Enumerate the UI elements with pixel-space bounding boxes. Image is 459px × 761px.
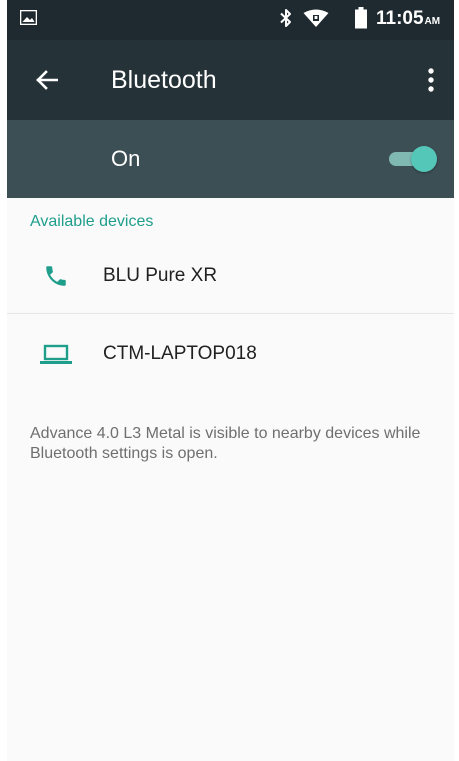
divider: [7, 313, 454, 314]
status-ampm: AM: [424, 16, 441, 27]
bluetooth-settings-screen: 11:05AM Bluetooth On Available devices B…: [7, 0, 454, 761]
bluetooth-icon: [280, 9, 291, 27]
phone-icon: [39, 263, 73, 289]
battery-icon: [355, 7, 367, 29]
more-options-button[interactable]: [417, 62, 445, 98]
device-name: BLU Pure XR: [103, 265, 218, 286]
device-item-blu-pure-xr[interactable]: BLU Pure XR: [7, 240, 454, 310]
bluetooth-toggle-bar[interactable]: On: [7, 120, 454, 198]
bluetooth-state-label: On: [111, 146, 141, 171]
switch-thumb: [411, 146, 437, 172]
more-vert-icon: [428, 68, 434, 92]
laptop-icon: [39, 341, 73, 367]
app-toolbar: Bluetooth: [7, 40, 454, 120]
status-bar: 11:05AM: [7, 0, 454, 40]
arrow-back-icon: [36, 70, 58, 90]
page-title: Bluetooth: [111, 66, 217, 94]
device-item-ctm-laptop018[interactable]: CTM-LAPTOP018: [7, 318, 454, 388]
bluetooth-switch[interactable]: [385, 143, 437, 175]
status-time: 11:05AM: [376, 8, 441, 29]
visibility-notice: Advance 4.0 L3 Metal is visible to nearb…: [30, 425, 421, 462]
back-button[interactable]: [29, 64, 65, 96]
wifi-icon: [303, 9, 329, 27]
image-icon: [20, 10, 37, 25]
available-devices-header: Available devices: [30, 213, 154, 230]
device-name: CTM-LAPTOP018: [103, 343, 257, 364]
